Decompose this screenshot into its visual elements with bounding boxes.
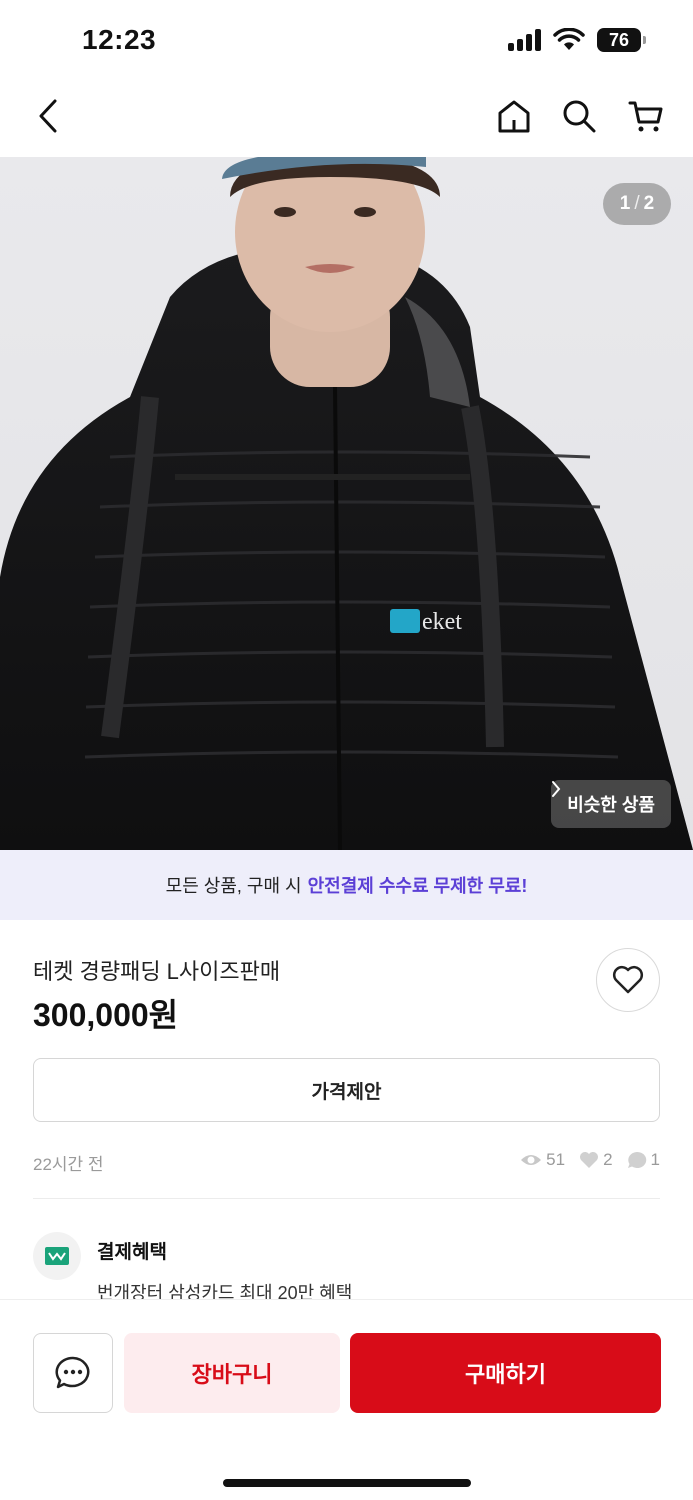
product-stats: 51 2 1 <box>520 1150 660 1170</box>
battery-icon: 76 <box>597 28 646 52</box>
product-photo <box>0 157 693 850</box>
add-to-cart-button[interactable]: 장바구니 <box>124 1333 340 1413</box>
chat-count-value: 1 <box>650 1150 660 1169</box>
chevron-left-icon <box>39 99 57 133</box>
posted-time: 22시간 전 <box>33 1155 104 1174</box>
top-nav-bar <box>0 80 693 156</box>
product-price: 300,000원 <box>33 997 179 1033</box>
total-pages: 2 <box>643 193 655 214</box>
back-button[interactable] <box>26 94 70 138</box>
buy-now-button[interactable]: 구매하기 <box>350 1333 661 1413</box>
card-logo-icon <box>45 1247 69 1265</box>
image-page-indicator: 1 / 2 <box>603 183 671 225</box>
home-indicator[interactable] <box>223 1479 471 1487</box>
payment-benefit-title: 결제혜택 <box>97 1242 167 1263</box>
cart-icon <box>628 101 663 132</box>
chat-icon <box>55 1356 90 1389</box>
chat-button[interactable] <box>33 1333 113 1413</box>
promo-highlight: 안전결제 수수료 무제한 무료! <box>307 876 528 896</box>
section-divider <box>33 1198 660 1199</box>
cart-button[interactable] <box>624 94 668 138</box>
cellular-signal-icon <box>508 29 541 51</box>
status-indicators: 76 <box>508 28 646 52</box>
like-button[interactable] <box>596 948 660 1012</box>
like-count-value: 2 <box>603 1150 613 1169</box>
view-count-value: 51 <box>546 1150 566 1169</box>
page-separator: / <box>634 193 640 214</box>
home-button[interactable] <box>492 94 536 138</box>
heart-filled-icon <box>580 1152 599 1168</box>
product-image-gallery[interactable]: eket 1 / 2 비슷한 상품 <box>0 157 693 850</box>
product-title: 테켓 경량패딩 L사이즈판매 <box>33 959 281 984</box>
search-button[interactable] <box>557 94 601 138</box>
similar-products-button[interactable]: 비슷한 상품 <box>551 780 671 828</box>
payment-benefit-description[interactable]: 번개장터 삼성카드 최대 20만 혜택 <box>97 1279 352 1299</box>
bottom-action-bar: 장바구니 구매하기 <box>0 1300 693 1500</box>
search-icon <box>563 100 596 133</box>
price-offer-button[interactable]: 가격제안 <box>33 1058 660 1122</box>
similar-products-label: 비슷한 상품 <box>567 795 655 815</box>
promo-text: 모든 상품, 구매 시 <box>165 876 302 896</box>
chat-count: 1 <box>627 1150 660 1170</box>
chevron-right-icon <box>552 781 561 797</box>
jacket-logo-text: eket <box>422 609 462 635</box>
payment-benefit-icon <box>33 1232 81 1280</box>
eye-icon <box>521 1155 542 1165</box>
safe-payment-promo-banner[interactable]: 모든 상품, 구매 시 안전결제 수수료 무제한 무료! <box>0 850 693 920</box>
current-page: 1 <box>619 193 631 214</box>
home-icon <box>498 100 530 133</box>
view-count: 51 <box>520 1150 565 1170</box>
chat-bubble-icon <box>627 1151 646 1168</box>
like-count: 2 <box>579 1150 613 1170</box>
heart-icon <box>612 965 644 994</box>
wifi-icon <box>553 28 585 50</box>
status-time: 12:23 <box>82 24 157 55</box>
status-bar: 12:23 76 <box>0 0 693 80</box>
